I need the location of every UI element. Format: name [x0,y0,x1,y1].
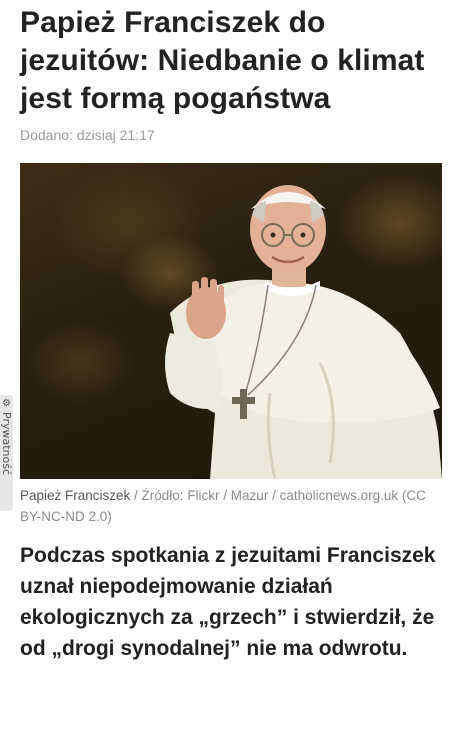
article-lead: Podczas spotkania z jezuitami Franciszek… [20,544,436,660]
publish-date: Dodano: dzisiaj 21:17 [20,127,155,143]
privacy-settings-tab[interactable]: ⚙ Prywatność [0,395,13,511]
article: Papież Franciszek do jezuitów: Niedbanie… [20,0,442,685]
article-title: Papież Franciszek do jezuitów: Niedbanie… [20,6,425,115]
caption-subject: Papież Franciszek [20,488,131,503]
privacy-label: Prywatność [0,412,13,476]
photo-caption: Papież Franciszek / Źródło: Flickr / Maz… [20,485,442,527]
article-photo[interactable] [20,163,442,479]
pope-photo-illustration [165,185,442,479]
gear-icon: ⚙ [2,398,11,409]
